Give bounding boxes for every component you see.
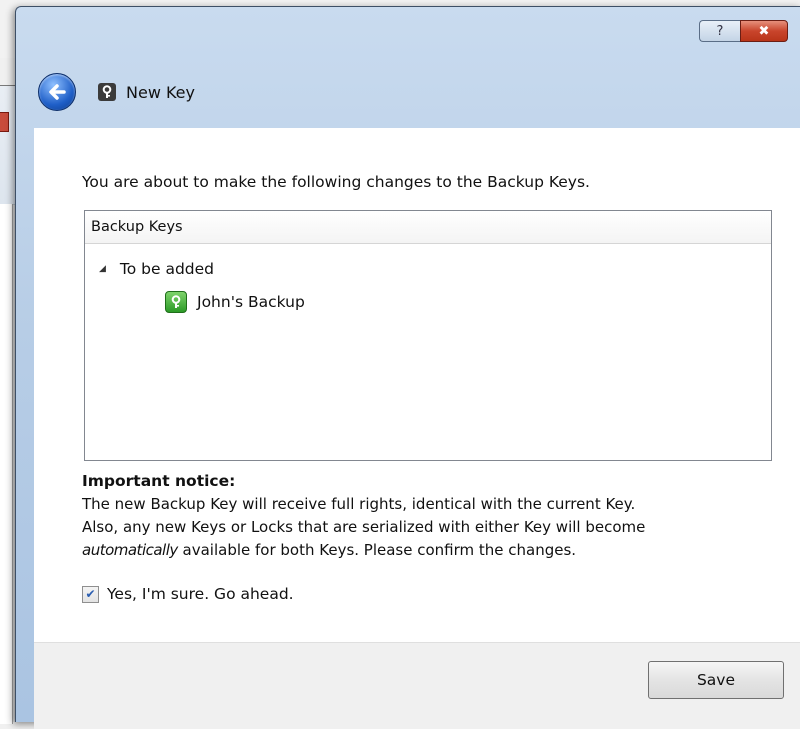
notice-emphasis: automatically <box>82 541 178 559</box>
tree-group-to-be-added[interactable]: ◢ To be added <box>99 260 214 278</box>
dialog-title: New Key <box>126 82 195 102</box>
back-button[interactable] <box>38 73 76 111</box>
close-button[interactable]: ✖ <box>740 20 788 42</box>
confirm-checkbox-row[interactable]: ✔ Yes, I'm sure. Go ahead. <box>82 585 294 603</box>
backup-keys-tree[interactable]: Backup Keys ◢ To be added John's Backup <box>84 210 772 461</box>
caption-buttons: ? ✖ <box>699 20 788 42</box>
background-pane <box>0 204 13 724</box>
intro-text: You are about to make the following chan… <box>82 173 590 191</box>
help-button[interactable]: ? <box>699 20 740 42</box>
tree-item-label: John's Backup <box>197 293 305 311</box>
dialog-content: You are about to make the following chan… <box>34 128 800 642</box>
confirm-label[interactable]: Yes, I'm sure. Go ahead. <box>107 585 294 603</box>
notice-title: Important notice: <box>82 472 236 490</box>
save-button[interactable]: Save <box>648 661 784 699</box>
tree-item-johns-backup[interactable]: John's Backup <box>165 291 305 313</box>
notice-line-3-rest: available for both Keys. Please confirm … <box>177 541 577 559</box>
green-key-icon <box>165 291 187 313</box>
tree-group-label: To be added <box>119 260 215 278</box>
background-close-button <box>0 112 9 132</box>
new-key-dialog: ? ✖ New Key You are about to make the fo… <box>15 6 800 729</box>
tree-column-header[interactable]: Backup Keys <box>85 211 771 244</box>
back-arrow-icon <box>49 84 66 100</box>
confirm-checkbox[interactable]: ✔ <box>82 585 99 603</box>
dialog-footer: Save <box>34 642 800 729</box>
notice-line-1: The new Backup Key will receive full rig… <box>82 495 636 513</box>
notice-text: The new Backup Key will receive full rig… <box>82 493 782 562</box>
notice-line-3: automatically available for both Keys. P… <box>82 539 782 562</box>
expand-triangle-icon[interactable]: ◢ <box>99 264 106 274</box>
key-icon <box>98 83 116 101</box>
dialog-nav-bar: New Key <box>38 72 195 112</box>
notice-line-2: Also, any new Keys or Locks that are ser… <box>82 518 646 536</box>
